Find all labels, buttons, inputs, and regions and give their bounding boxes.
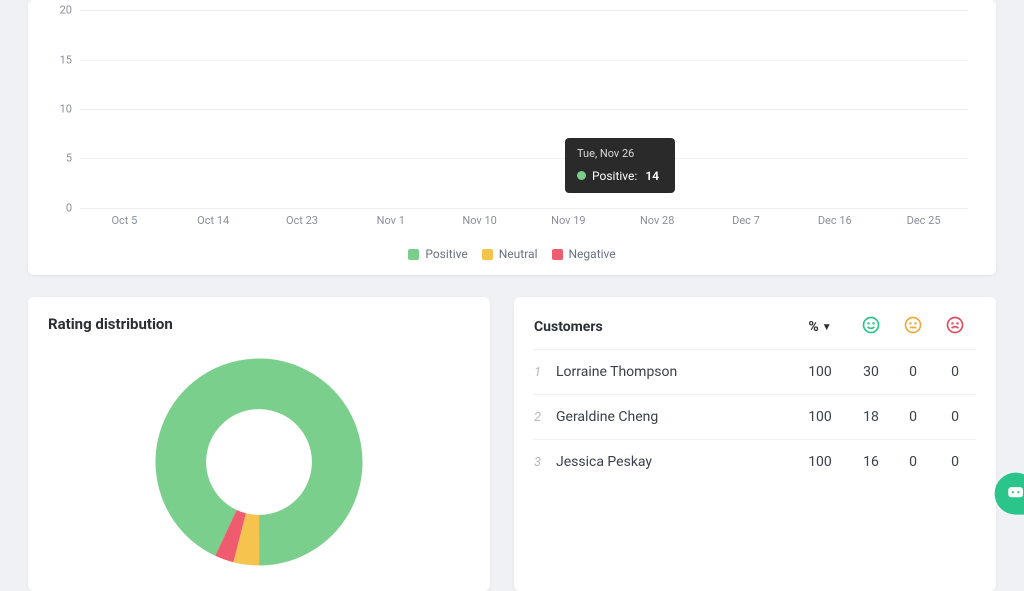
customer-row[interactable]: 2Geraldine Cheng1001800 [534,394,976,439]
legend-positive-label: Positive [425,247,467,261]
customer-row[interactable]: 1Lorraine Thompson1003000 [534,349,976,394]
x-tick-label: Oct 14 [169,214,258,227]
positive-column-icon [850,315,892,339]
tooltip-date: Tue, Nov 26 [577,146,663,163]
customer-percent: 100 [790,364,850,380]
x-tick-label: Dec 7 [702,214,791,227]
ratings-over-time-card: 05101520 Oct 5Oct 14Oct 23Nov 1Nov 10Nov… [28,0,996,275]
x-tick-label: Oct 5 [80,214,169,227]
customers-header-row: Customers % ▼ [534,315,976,349]
x-tick-label: Nov 28 [613,214,702,227]
chat-icon [1005,483,1024,505]
legend-negative[interactable]: Negative [552,247,616,261]
chart-tooltip: Tue, Nov 26 Positive: 14 [565,138,675,193]
legend-neutral[interactable]: Neutral [482,247,538,261]
customers-title: Customers [534,319,790,335]
row-index: 1 [534,365,556,380]
percent-column-label: % [808,319,818,335]
caret-down-icon: ▼ [822,322,832,333]
customer-neutral-count: 0 [892,364,934,380]
customer-name: Jessica Peskay [556,454,790,470]
customers-card: Customers % ▼ 1Lorraine Thompson10030002… [514,297,996,591]
chat-launcher-button[interactable] [995,473,1024,515]
x-tick-label: Dec 16 [790,214,879,227]
legend-positive[interactable]: Positive [408,247,467,261]
customer-percent: 100 [790,454,850,470]
y-tick-label: 10 [60,103,72,116]
rating-distribution-card: Rating distribution [28,297,490,591]
customer-row[interactable]: 3Jessica Peskay1001600 [534,439,976,484]
row-index: 2 [534,410,556,425]
tooltip-series-label: Positive: [592,167,637,185]
x-tick-label: Oct 23 [258,214,347,227]
ratings-bar-chart[interactable]: 05101520 [80,4,968,214]
customer-positive-count: 16 [850,454,892,470]
y-tick-label: 15 [60,53,72,66]
x-tick-label: Nov 19 [524,214,613,227]
chart-legend: Positive Neutral Negative [48,247,976,261]
legend-neutral-label: Neutral [499,247,538,261]
rating-donut-chart[interactable] [144,347,374,577]
legend-negative-label: Negative [569,247,616,261]
donut-segment[interactable] [155,358,363,566]
customer-neutral-count: 0 [892,454,934,470]
customer-neutral-count: 0 [892,409,934,425]
tooltip-dot-icon [577,171,586,180]
x-tick-label: Nov 1 [346,214,435,227]
customer-positive-count: 30 [850,364,892,380]
x-tick-label: Dec 25 [879,214,968,227]
customer-percent: 100 [790,409,850,425]
sort-percent-button[interactable]: % ▼ [790,319,850,335]
negative-column-icon [934,315,976,339]
customer-negative-count: 0 [934,364,976,380]
y-tick-label: 5 [66,152,72,165]
y-tick-label: 20 [60,4,72,17]
x-tick-label: Nov 10 [435,214,524,227]
customer-negative-count: 0 [934,454,976,470]
customer-name: Geraldine Cheng [556,409,790,425]
customer-positive-count: 18 [850,409,892,425]
rating-distribution-title: Rating distribution [48,315,470,333]
customer-name: Lorraine Thompson [556,364,790,380]
neutral-column-icon [892,315,934,339]
customer-negative-count: 0 [934,409,976,425]
row-index: 3 [534,455,556,470]
y-tick-label: 0 [66,201,72,214]
tooltip-value: 14 [645,167,659,185]
